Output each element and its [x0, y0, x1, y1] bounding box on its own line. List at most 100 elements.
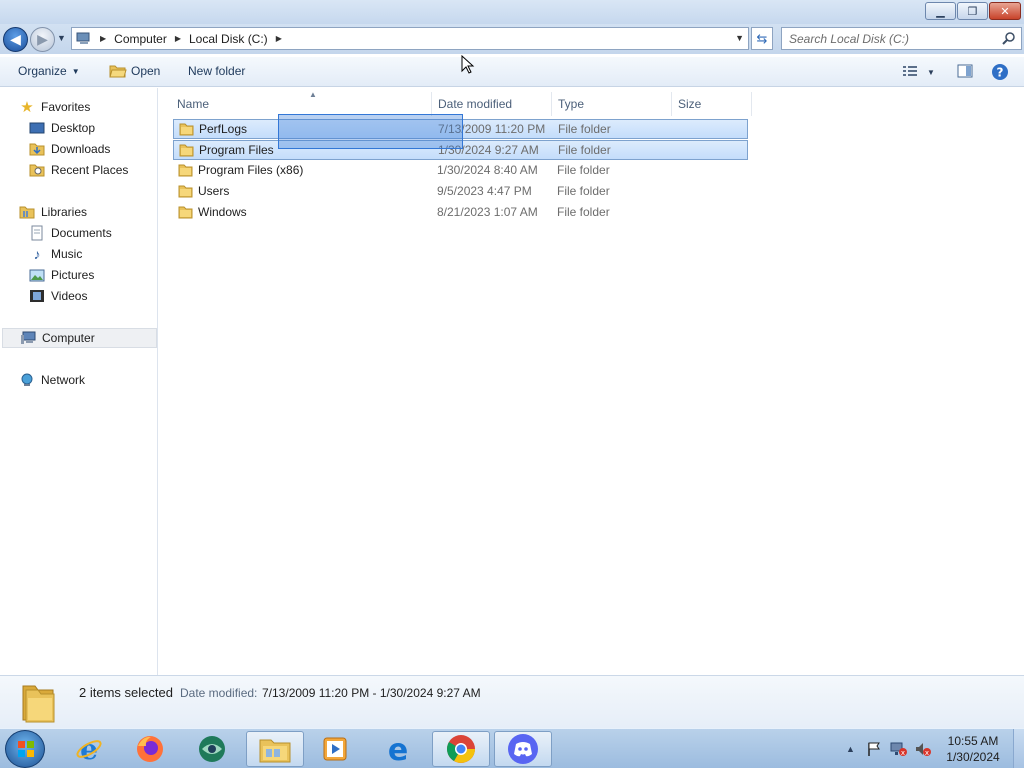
open-button[interactable]: Open — [109, 64, 160, 78]
address-dropdown-icon[interactable]: ▼ — [735, 33, 744, 43]
column-header-name[interactable]: ▲ Name — [171, 90, 432, 116]
action-center-flag-icon[interactable] — [866, 741, 882, 757]
nav-computer[interactable]: Computer — [2, 328, 157, 348]
nav-label: Videos — [51, 289, 88, 303]
nav-documents[interactable]: Documents — [29, 223, 112, 243]
breadcrumb-arrow-icon[interactable]: ▶ — [175, 34, 181, 43]
address-bar[interactable]: ▶ Computer ▶ Local Disk (C:) ▶ ▼ — [71, 27, 749, 50]
nav-pictures[interactable]: Pictures — [29, 265, 94, 285]
breadcrumb-arrow-icon[interactable]: ▶ — [100, 34, 106, 43]
nav-libraries[interactable]: Libraries — [19, 202, 87, 222]
file-type: File folder — [557, 184, 610, 198]
column-label: Name — [177, 97, 210, 111]
search-box[interactable] — [781, 27, 1022, 50]
minimize-icon: ▁ — [936, 5, 945, 18]
recent-pages-dropdown[interactable]: ▼ — [57, 33, 66, 43]
nav-music[interactable]: ♪ Music — [29, 244, 83, 264]
minimize-button[interactable]: ▁ — [925, 2, 956, 20]
column-header-date[interactable]: Date modified — [432, 92, 552, 116]
taskbar-edge[interactable]: e — [369, 731, 427, 767]
file-row[interactable]: Program Files (x86) 1/30/2024 8:40 AM Fi… — [173, 161, 748, 181]
folder-icon — [179, 144, 194, 157]
new-folder-label: New folder — [188, 64, 246, 78]
refresh-button[interactable]: ⇆ — [751, 27, 773, 50]
search-input[interactable] — [782, 28, 992, 49]
nav-videos[interactable]: Videos — [29, 286, 87, 306]
address-row: ◀ ▶ ▼ ▶ Computer ▶ Local Disk (C:) ▶ ▼ ⇆ — [0, 24, 1024, 54]
file-name: Users — [198, 184, 230, 198]
open-folder-icon — [109, 65, 127, 78]
taskbar-file-explorer[interactable] — [246, 731, 304, 767]
nav-label: Documents — [51, 226, 112, 240]
date-modified-value: 7/13/2009 11:20 PM - 1/30/2024 9:27 AM — [262, 686, 481, 700]
nav-label: Desktop — [51, 121, 96, 135]
file-row[interactable]: Users 9/5/2023 4:47 PM File folder — [173, 182, 748, 202]
taskbar-firefox[interactable] — [121, 731, 179, 767]
chrome-icon — [447, 735, 475, 763]
search-icon[interactable] — [1002, 31, 1016, 45]
help-icon[interactable]: ? — [991, 63, 1009, 81]
details-pane: 2 items selected Date modified: 7/13/200… — [0, 675, 1024, 728]
nav-network[interactable]: Network — [19, 370, 85, 390]
file-name: Program Files — [199, 143, 274, 157]
breadcrumb-computer[interactable]: Computer ▶ — [114, 32, 189, 46]
recent-places-icon — [29, 162, 45, 178]
taskbar-media-player[interactable] — [306, 731, 364, 767]
close-icon: ✕ — [1000, 5, 1010, 18]
nav-label: Downloads — [51, 142, 111, 156]
computer-icon — [20, 330, 36, 346]
file-row[interactable]: Windows 8/21/2023 1:07 AM File folder — [173, 203, 748, 223]
breadcrumb-local-disk[interactable]: Local Disk (C:) ▶ — [189, 32, 290, 46]
title-bar: ▁ ❐ ✕ — [0, 0, 1024, 24]
selection-marquee — [278, 114, 463, 149]
file-explorer-icon — [259, 739, 291, 763]
nav-recent-places[interactable]: Recent Places — [29, 160, 128, 180]
restore-icon: ❐ — [967, 5, 978, 18]
file-date: 1/30/2024 8:40 AM — [437, 163, 538, 177]
forward-button[interactable]: ▶ — [30, 27, 55, 52]
internet-explorer-icon: e — [76, 734, 102, 764]
clock-time: 10:55 AM — [947, 734, 999, 748]
downloads-folder-icon — [29, 141, 45, 157]
column-label: Size — [678, 97, 702, 111]
nav-label: Pictures — [51, 268, 95, 282]
start-button[interactable] — [5, 730, 45, 768]
taskbar-internet-explorer[interactable]: e — [60, 731, 118, 767]
videos-icon — [29, 288, 45, 304]
network-status-icon[interactable]: x — [890, 741, 908, 757]
taskbar-app[interactable] — [183, 731, 241, 767]
forward-arrow-icon: ▶ — [37, 31, 48, 47]
music-icon: ♪ — [33, 246, 41, 262]
nav-favorites[interactable]: ★ Favorites — [19, 97, 90, 117]
libraries-icon — [19, 204, 35, 220]
column-header-type[interactable]: Type — [552, 92, 672, 116]
multiple-folders-icon — [22, 685, 55, 723]
volume-muted-icon[interactable]: x — [914, 741, 932, 757]
nav-downloads[interactable]: Downloads — [29, 139, 110, 159]
back-button[interactable]: ◀ — [3, 27, 28, 52]
date-modified-label: Date modified: — [180, 686, 258, 700]
file-name: Windows — [198, 205, 247, 219]
view-dropdown-icon[interactable]: ▼ — [927, 68, 935, 77]
pictures-icon — [29, 267, 45, 283]
show-desktop-button[interactable] — [1013, 729, 1024, 768]
taskbar-chrome[interactable] — [432, 731, 490, 767]
show-hidden-icons-icon[interactable]: ▲ — [846, 729, 855, 768]
breadcrumb-label: Local Disk (C:) — [189, 31, 268, 46]
breadcrumb-arrow-icon[interactable]: ▶ — [276, 34, 282, 43]
nav-desktop[interactable]: Desktop — [29, 118, 95, 138]
new-folder-button[interactable]: New folder — [188, 64, 245, 78]
clock[interactable]: 10:55 AM 1/30/2024 — [940, 733, 1006, 765]
maximize-button[interactable]: ❐ — [957, 2, 988, 20]
organize-button[interactable]: Organize ▼ — [18, 64, 80, 78]
open-label: Open — [131, 64, 161, 78]
view-options-icon[interactable] — [902, 64, 918, 78]
taskbar-discord[interactable] — [494, 731, 552, 767]
firefox-icon — [137, 736, 163, 762]
computer-icon — [76, 32, 90, 44]
close-button[interactable]: ✕ — [989, 2, 1021, 20]
column-header-size[interactable]: Size — [672, 92, 752, 116]
star-icon: ★ — [20, 99, 34, 116]
preview-pane-icon[interactable] — [957, 64, 973, 79]
file-type: File folder — [557, 163, 610, 177]
